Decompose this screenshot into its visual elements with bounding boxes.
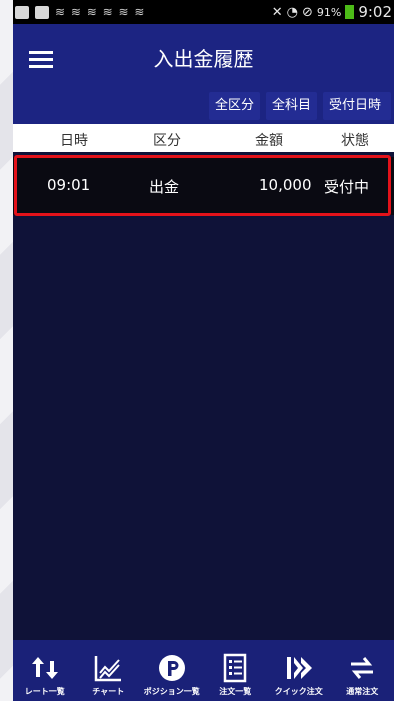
nav-rate-list[interactable]: レート一覧 [13, 640, 77, 701]
table-row[interactable]: 09:01 出金 10,000 受付中 [13, 157, 394, 215]
filter-bar: 全区分 全科目 受付日時 [209, 92, 392, 120]
nav-label-rate-list: レート一覧 [24, 687, 65, 696]
nav-label-orders: 注文一覧 [219, 687, 252, 696]
row-status: 受付中 [324, 178, 370, 196]
column-header-time: 日時 [60, 133, 88, 149]
nav-normal-order[interactable]: 通常注文 [331, 640, 394, 701]
status-left: ≋ ≋ ≋ ≋ ≋ ≋ [13, 5, 145, 19]
notification-app-icon [35, 5, 49, 19]
row-time: 09:01 [47, 176, 91, 194]
nav-chart[interactable]: チャート [77, 640, 141, 701]
nav-label-normal-order: 通常注文 [346, 687, 379, 696]
bottom-nav: レート一覧 チャート ポジション一覧 注文一覧 クイック注文 通常注文 [13, 640, 394, 701]
order-list-icon [224, 653, 247, 683]
column-header-kubun: 区分 [153, 133, 181, 149]
page-title: 入出金履歴 [153, 47, 254, 71]
notification-waves: ≋ ≋ ≋ ≋ ≋ ≋ [55, 5, 146, 19]
notification-plus-icon [15, 5, 29, 19]
table-header: 日時 区分 金額 状態 [13, 124, 394, 152]
position-p-icon [158, 655, 185, 681]
nav-positions[interactable]: ポジション一覧 [140, 640, 204, 701]
normal-order-icon [351, 657, 374, 679]
chart-icon [95, 656, 122, 682]
block-icon: ⊘ [301, 4, 313, 20]
clock: 9:02 [358, 3, 392, 21]
status-bar: ≋ ≋ ≋ ≋ ≋ ≋ ✕ ◔ ⊘ 91% 9:02 [13, 0, 394, 24]
nav-label-quick-order: クイック注文 [274, 687, 323, 696]
quick-order-icon [286, 657, 312, 679]
nav-label-chart: チャート [92, 687, 125, 696]
battery-percent: 91% [316, 5, 342, 19]
filter-kubun-button[interactable]: 全区分 [209, 92, 261, 120]
nav-label-positions: ポジション一覧 [143, 687, 200, 696]
rate-arrows-icon [31, 657, 58, 679]
battery-icon [345, 5, 355, 19]
mute-icon: ✕ [271, 4, 283, 20]
filter-kamoku-button[interactable]: 全科目 [266, 92, 318, 120]
row-amount: 10,000 [259, 176, 312, 194]
column-header-status: 状態 [341, 133, 369, 149]
nav-quick-order[interactable]: クイック注文 [267, 640, 331, 701]
app-header: 入出金履歴 全区分 全科目 受付日時 [13, 24, 394, 124]
wifi-icon: ◔ [286, 4, 298, 20]
filter-date-button[interactable]: 受付日時 [323, 92, 392, 120]
row-kubun: 出金 [149, 178, 180, 196]
status-right: ✕ ◔ ⊘ 91% 9:02 [272, 3, 394, 21]
list-empty-area [13, 217, 394, 640]
nav-orders[interactable]: 注文一覧 [204, 640, 268, 701]
column-header-amount: 金額 [255, 133, 283, 149]
app-screen: ≋ ≋ ≋ ≋ ≋ ≋ ✕ ◔ ⊘ 91% 9:02 入出金履歴 全区分 全科目… [13, 0, 394, 701]
